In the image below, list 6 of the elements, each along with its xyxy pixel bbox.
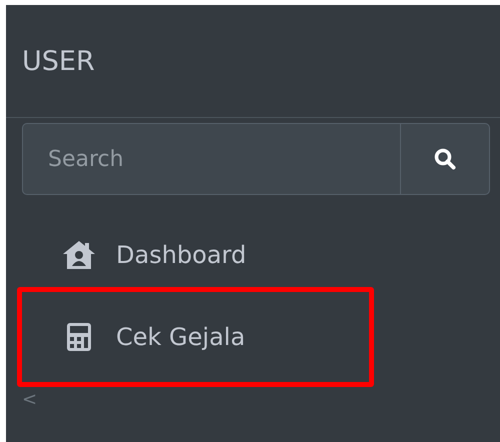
nav-item[interactable]: Cek Gejala — [17, 287, 374, 387]
search-icon — [434, 148, 456, 170]
search-button[interactable] — [400, 123, 490, 195]
search-field[interactable]: Search — [22, 123, 400, 195]
house-icon — [62, 240, 96, 270]
user-name: USER — [22, 46, 95, 76]
